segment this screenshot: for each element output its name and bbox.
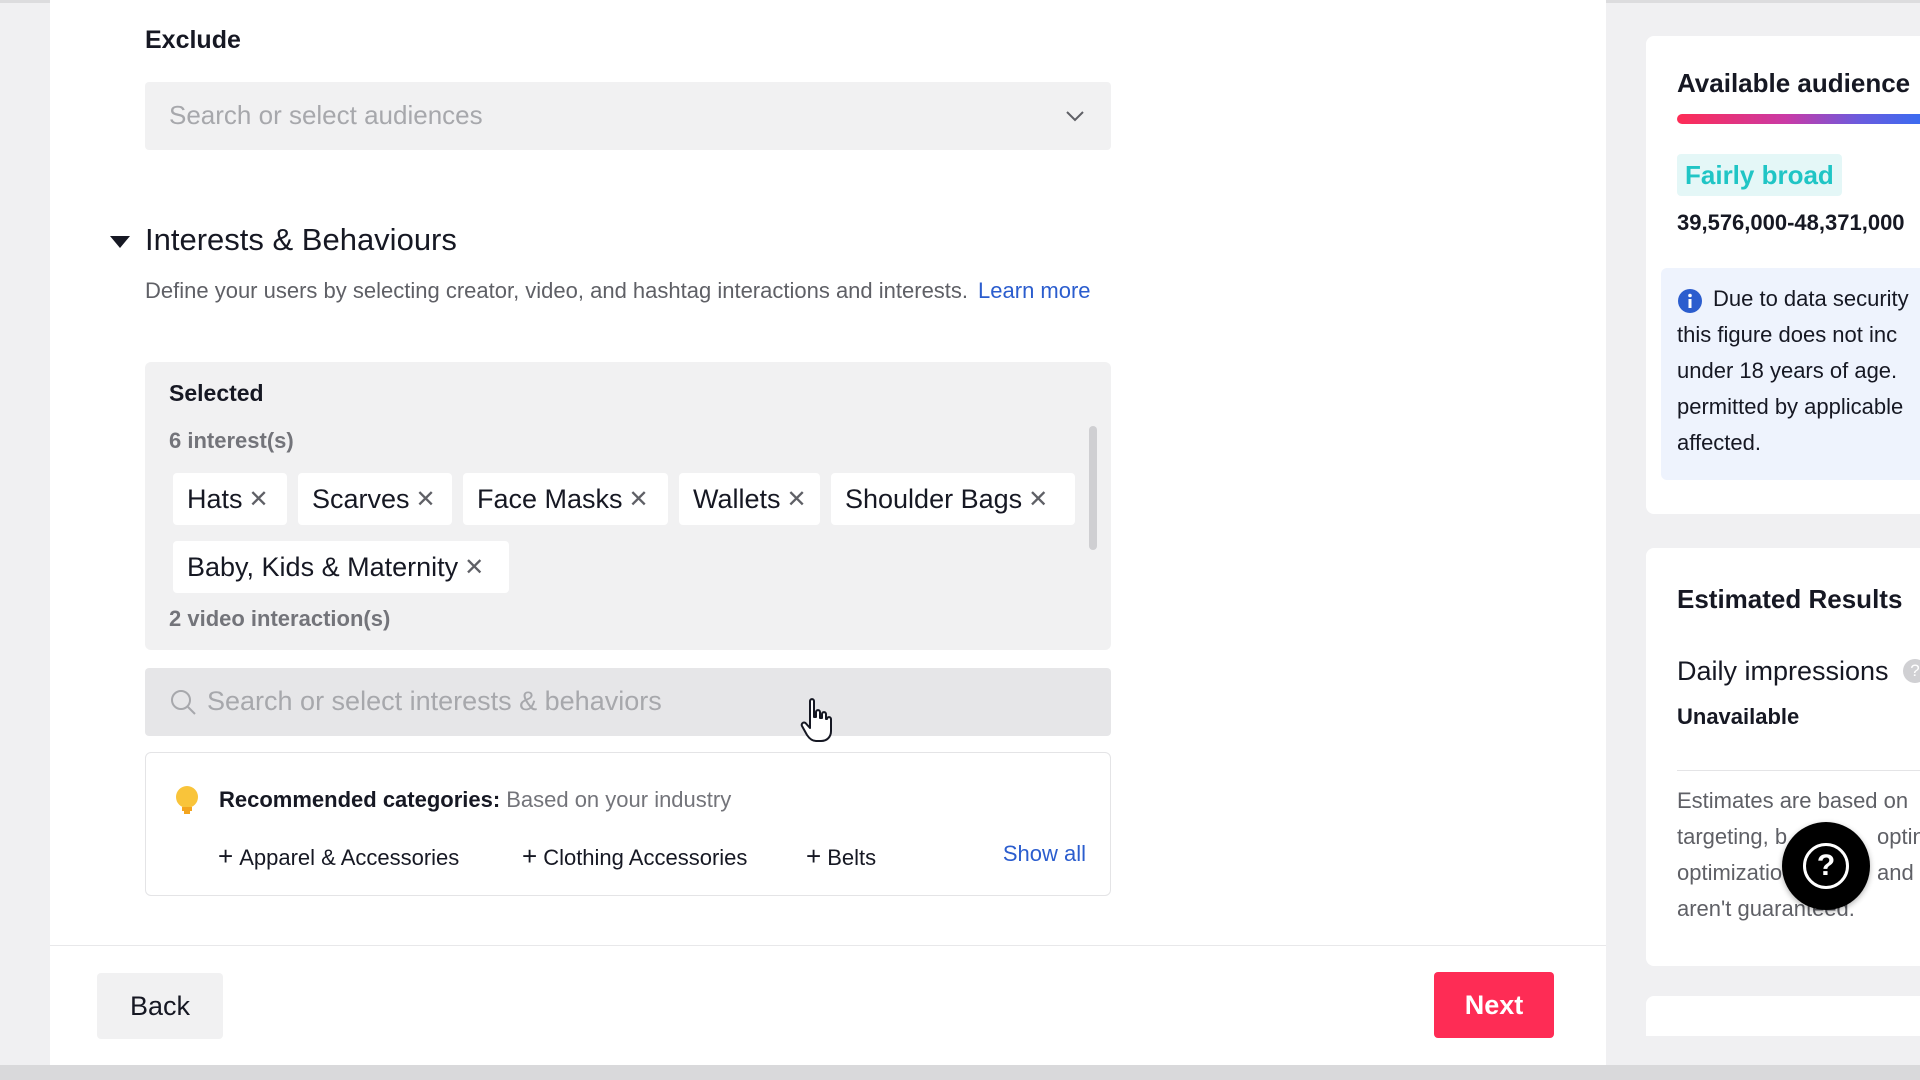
data-security-notice: Due to data security this figure does no…: [1661, 268, 1920, 480]
next-panel-edge: [1646, 996, 1920, 1036]
chip-hats: Hats ✕: [173, 473, 287, 525]
exclude-label: Exclude: [145, 26, 241, 54]
interest-count: 6 interest(s): [169, 428, 294, 453]
interests-search-placeholder: Search or select interests & behaviors: [207, 686, 662, 716]
footer-bar: [50, 945, 1606, 1066]
estimate-note-fragment: optin: [1877, 824, 1920, 849]
info-line: permitted by applicable: [1677, 394, 1904, 419]
divider: [1677, 770, 1920, 771]
selected-interests-box: Selected 6 interest(s) Hats ✕ Scarves ✕ Fa…: [145, 362, 1111, 650]
show-all-link[interactable]: Show all: [1003, 841, 1086, 867]
remove-icon[interactable]: ✕: [464, 553, 484, 582]
next-button[interactable]: Next: [1434, 972, 1554, 1038]
lightbulb-icon: [176, 786, 198, 814]
estimate-note-line: Estimates are based on: [1677, 788, 1909, 813]
audience-size-range: 39,576,000-48,371,000: [1677, 210, 1905, 235]
estimate-note-line: optimizatio: [1677, 860, 1783, 885]
remove-icon[interactable]: ✕: [249, 485, 269, 514]
interests-section-title: Interests & Behaviours: [145, 222, 457, 257]
estimate-note-fragment: and i: [1877, 860, 1920, 885]
info-icon: [1678, 289, 1702, 313]
audience-breadth-badge: Fairly broad: [1677, 154, 1842, 196]
available-audience-title: Available audience: [1677, 68, 1911, 98]
info-line: Due to data security: [1713, 286, 1909, 311]
question-mark-icon: ?: [1803, 843, 1849, 889]
info-line: under 18 years of age.: [1677, 358, 1898, 383]
exclude-audience-select[interactable]: Search or select audiences: [145, 82, 1111, 150]
daily-impressions-value: Unavailable: [1677, 704, 1800, 729]
chip-scarves: Scarves ✕: [298, 473, 452, 525]
estimate-note-line: targeting, b: [1677, 824, 1788, 849]
plus-icon: +: [806, 841, 822, 871]
chip-face-masks: Face Masks ✕: [463, 473, 668, 525]
recommended-item-clothing-accessories[interactable]: + Clothing Accessories: [522, 841, 747, 872]
chip-baby-kids-maternity: Baby, Kids & Maternity ✕: [173, 541, 509, 593]
bottom-strip: [0, 1065, 1920, 1080]
chip-wallets: Wallets ✕: [679, 473, 820, 525]
exclude-placeholder: Search or select audiences: [169, 100, 483, 130]
info-line: this figure does not inc: [1677, 322, 1898, 347]
selected-scrollbar[interactable]: [1089, 426, 1097, 550]
info-line: affected.: [1677, 430, 1761, 455]
recommended-title: Recommended categories: Based on your ind…: [219, 787, 732, 812]
hand-cursor-icon: [800, 698, 832, 742]
estimated-results-title: Estimated Results: [1677, 584, 1903, 614]
plus-icon: +: [522, 841, 538, 871]
video-interaction-count: 2 video interaction(s): [169, 606, 391, 631]
help-circle-icon[interactable]: ?: [1903, 659, 1920, 683]
interests-description: Define your users by selecting creator, …: [145, 278, 1091, 303]
remove-icon[interactable]: ✕: [787, 485, 807, 514]
back-button[interactable]: Back: [97, 973, 223, 1039]
search-icon: [171, 690, 196, 715]
chevron-down-icon: [1066, 111, 1084, 122]
interests-search-input[interactable]: Search or select interests & behaviors: [145, 668, 1111, 736]
selected-title: Selected: [169, 380, 264, 406]
chip-shoulder-bags: Shoulder Bags ✕: [831, 473, 1075, 525]
daily-impressions-label: Daily impressions: [1677, 656, 1889, 686]
audience-breadth-bar: [1677, 114, 1920, 124]
remove-icon[interactable]: ✕: [1028, 485, 1048, 514]
recommended-item-belts[interactable]: + Belts: [806, 841, 876, 872]
caret-down-icon[interactable]: [110, 236, 130, 250]
recommended-categories-box: Recommended categories: Based on your ind…: [145, 752, 1111, 896]
recommended-item-apparel[interactable]: + Apparel & Accessories: [218, 841, 459, 872]
remove-icon[interactable]: ✕: [629, 485, 649, 514]
plus-icon: +: [218, 841, 234, 871]
help-button[interactable]: ?: [1782, 822, 1870, 910]
learn-more-link[interactable]: Learn more: [978, 278, 1091, 303]
remove-icon[interactable]: ✕: [416, 485, 436, 514]
